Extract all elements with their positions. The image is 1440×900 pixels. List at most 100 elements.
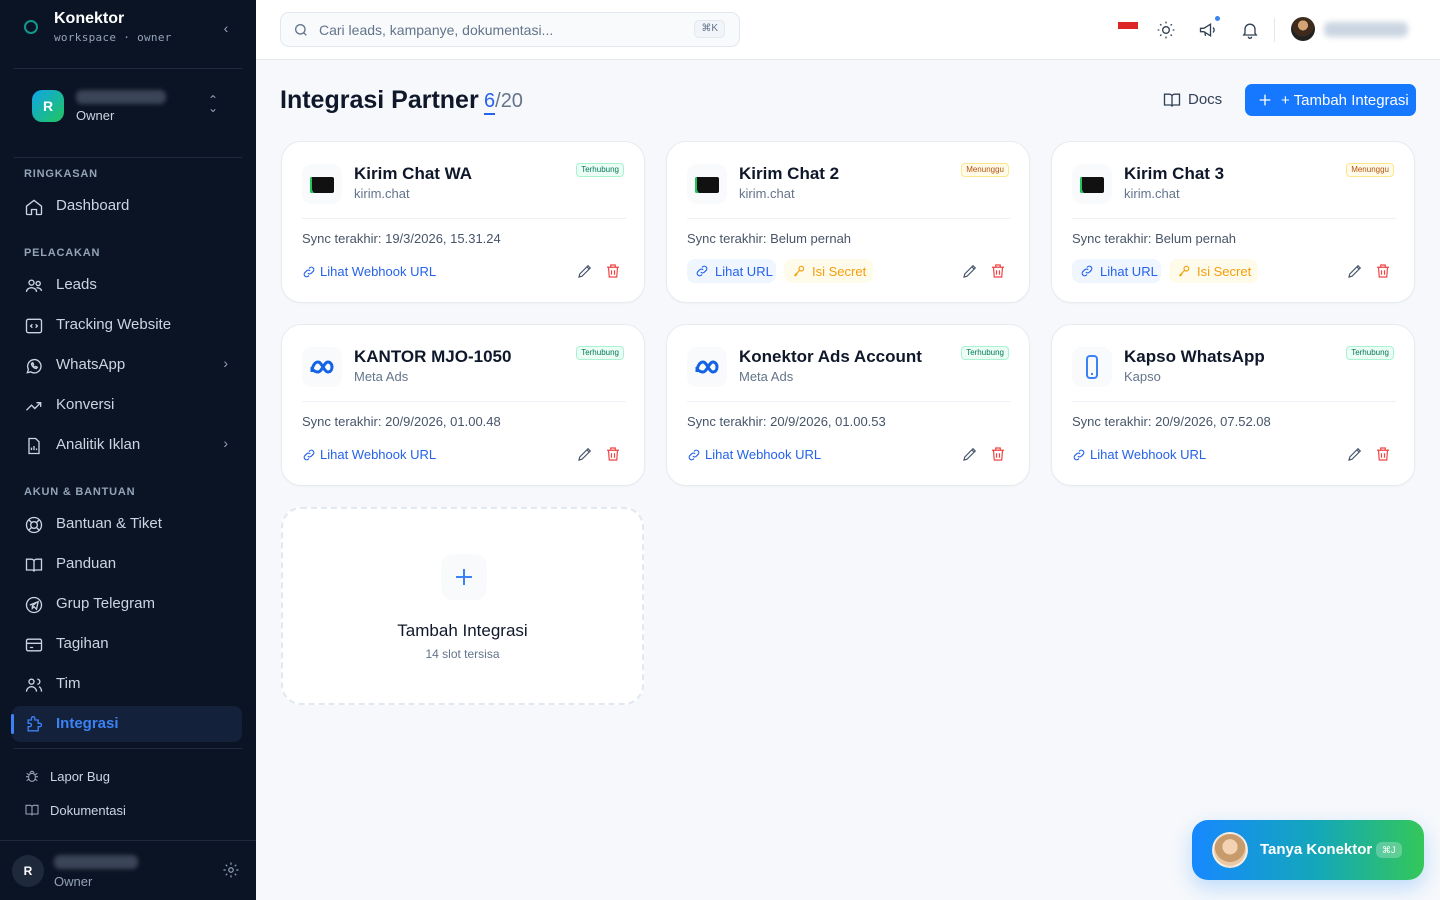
phone-icon [1072,347,1112,387]
divider [1072,218,1396,219]
sidebar-item-label: Grup Telegram [56,595,155,612]
pencil-icon[interactable] [961,262,979,280]
sidebar-item-tagihan[interactable]: Tagihan [12,626,242,662]
brand-name: Konektor [54,10,125,27]
pencil-icon[interactable] [576,262,594,280]
sync-status: Sync terakhir: Belum pernah [1072,231,1237,246]
user-profile[interactable]: R Owner [0,840,256,900]
book-icon [25,558,43,572]
divider [1274,18,1275,42]
user-name-redacted[interactable] [1324,22,1408,37]
gear-icon[interactable] [222,861,240,879]
meta-logo-icon [687,347,727,387]
chevron-up-down-icon: ⌃ ⌄ [208,93,219,115]
sidebar-link-lapor-bug[interactable]: Lapor Bug [24,765,224,789]
kirim-chat-logo-icon [687,164,727,204]
sidebar-item-analitik-iklan[interactable]: Analitik Iklan › [12,427,242,463]
link-icon [303,449,315,461]
status-badge: Terhubung [961,346,1009,360]
sidebar-item-konversi[interactable]: Konversi [12,387,242,423]
trash-icon[interactable] [1374,262,1392,280]
sidebar-item-whatsapp[interactable]: WhatsApp › [12,347,242,383]
pencil-icon[interactable] [1346,445,1364,463]
fill-secret-button[interactable]: Isi Secret [1169,259,1258,283]
pill-label: Lihat URL [1100,264,1158,279]
trending-icon [26,402,42,411]
status-badge: Terhubung [1346,346,1394,360]
integration-provider: kirim.chat [354,186,410,201]
divider [14,157,242,158]
sun-icon[interactable] [1156,20,1176,40]
plus-icon [441,554,487,600]
sidebar: Konektor workspace · owner ‹ R Owner ⌃ ⌄ … [0,0,256,900]
chevron-right-icon: › [223,435,228,451]
brand-subtitle: workspace · owner [54,31,172,44]
view-url-button[interactable]: Lihat URL [1072,259,1161,283]
integration-card: Kirim Chat WA kirim.chat Terhubung Sync … [281,141,645,303]
workspace-name-redacted [76,90,166,104]
trash-icon[interactable] [989,445,1007,463]
docs-button[interactable]: Docs [1160,88,1230,112]
sidebar-item-label: Tracking Website [56,316,172,333]
workspace-role: Owner [76,108,115,123]
sidebar-item-label: Bantuan & Tiket [56,515,162,532]
add-card-subtitle: 14 slot tersisa [425,647,500,661]
integration-count: 6/20 [484,90,523,115]
pencil-icon[interactable] [961,445,979,463]
sidebar-item-tracking-website[interactable]: Tracking Website [12,307,242,343]
sidebar-item-panduan[interactable]: Panduan [12,546,242,582]
count-max: 20 [500,90,523,112]
pill-label: Isi Secret [812,264,867,279]
trash-icon[interactable] [989,262,1007,280]
sidebar-item-dashboard[interactable]: Dashboard [12,188,242,224]
search-input[interactable] [319,19,689,41]
integration-provider: Meta Ads [354,369,409,384]
view-url-button[interactable]: Lihat URL [687,259,776,283]
trash-icon[interactable] [604,262,622,280]
sidebar-item-leads[interactable]: Leads [12,267,242,303]
link-icon [688,449,700,461]
megaphone-icon[interactable] [1198,20,1218,40]
trash-icon[interactable] [604,445,622,463]
integration-card: Kapso WhatsApp Kapso Terhubung Sync tera… [1051,324,1415,486]
status-badge: Terhubung [576,346,624,360]
status-badge: Terhubung [576,163,624,177]
bug-icon [26,770,38,782]
sidebar-item-grup-telegram[interactable]: Grup Telegram [12,586,242,622]
integration-name: Kirim Chat WA [354,164,473,183]
avatar[interactable] [1291,17,1315,41]
sidebar-item-label: WhatsApp [56,356,126,373]
status-badge: Menunggu [1346,163,1394,177]
pencil-icon[interactable] [576,445,594,463]
status-badge: Menunggu [961,163,1009,177]
trash-icon[interactable] [1374,445,1392,463]
workspace-switcher[interactable]: R Owner ⌃ ⌄ [14,82,242,132]
divider [687,401,1011,402]
sidebar-item-integrasi[interactable]: Integrasi [11,706,242,742]
add-integration-card[interactable]: Tambah Integrasi 14 slot tersisa [281,507,644,705]
sidebar-link-dokumentasi[interactable]: Dokumentasi [24,799,224,823]
language-flag-icon[interactable] [1118,22,1138,36]
search-bar[interactable]: ⌘K [280,12,740,47]
integration-name: Konektor Ads Account [739,347,922,366]
integration-provider: kirim.chat [739,186,795,201]
add-card-title: Tambah Integrasi [397,621,528,640]
chat-label: Tanya Konektor [1260,841,1373,858]
link-label: Lihat Webhook URL [1090,447,1207,462]
chat-shortcut: ⌘J [1376,842,1402,858]
lifebuoy-icon [25,516,43,534]
code-icon [25,318,43,334]
ask-konektor-button[interactable]: Tanya Konektor ⌘J [1192,820,1424,880]
fill-secret-button[interactable]: Isi Secret [784,259,873,283]
sidebar-item-bantuan-tiket[interactable]: Bantuan & Tiket [12,506,242,542]
notification-dot [1214,15,1221,22]
collapse-sidebar-button[interactable]: ‹ [216,18,236,38]
workspace-avatar: R [32,90,64,122]
search-shortcut: ⌘K [694,20,725,38]
add-integration-button[interactable]: + Tambah Integrasi [1245,84,1416,116]
plus-icon [1259,94,1271,106]
sidebar-item-tim[interactable]: Tim [12,666,242,702]
pencil-icon[interactable] [1346,262,1364,280]
bell-icon[interactable] [1240,20,1260,40]
sidebar-item-label: Tim [56,675,81,692]
